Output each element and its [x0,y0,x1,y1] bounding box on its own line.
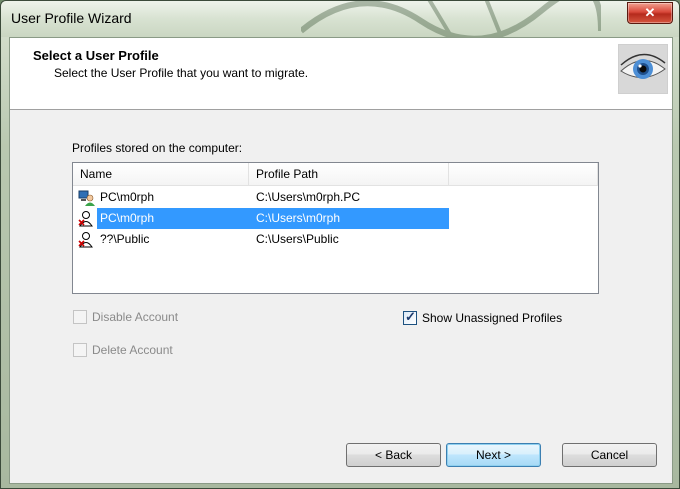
column-header-profile-path[interactable]: Profile Path [249,163,449,185]
close-icon: ✕ [644,5,656,20]
wizard-header: Select a User Profile Select the User Pr… [10,38,672,110]
profiles-list-label: Profiles stored on the computer: [72,141,243,155]
titlebar-background-decoration [301,1,601,39]
disable-account-label: Disable Account [92,310,179,324]
page-subtitle: Select the User Profile that you want to… [54,66,309,80]
profile-name: PC\m0rph [100,190,155,204]
title-bar[interactable]: User Profile Wizard ✕ [1,1,679,39]
profile-path: C:\Users\m0rph.PC [256,190,361,204]
list-item[interactable]: ??\Public C:\Users\Public [73,229,449,250]
profile-name: PC\m0rph [100,211,155,225]
user-unassigned-icon [78,232,93,248]
eye-icon [618,44,668,94]
wizard-client-area: Select a User Profile Select the User Pr… [9,37,673,484]
profiles-list-header: Name Profile Path [73,163,598,186]
show-unassigned-profiles-label: Show Unassigned Profiles [422,311,563,325]
user-unassigned-icon [78,211,93,227]
page-title: Select a User Profile [33,48,159,63]
column-header-name[interactable]: Name [73,163,249,185]
window-title: User Profile Wizard [11,10,132,26]
list-item[interactable]: PC\m0rph C:\Users\m0rph.PC [73,187,449,208]
column-header-filler [449,163,598,185]
back-button[interactable]: < Back [346,443,441,467]
show-unassigned-profiles-checkbox[interactable] [403,309,417,325]
close-button[interactable]: ✕ [627,2,673,24]
profiles-list[interactable]: Name Profile Path PC\m0rph C:\Users\m0rp… [72,162,599,294]
user-computer-icon [78,190,95,206]
list-item-selected[interactable]: PC\m0rph C:\Users\m0rph [97,208,449,229]
profile-name: ??\Public [100,232,150,246]
next-button[interactable]: Next > [446,443,541,467]
disable-account-checkbox[interactable] [73,310,87,324]
cancel-button[interactable]: Cancel [562,443,657,467]
wizard-window: User Profile Wizard ✕ Select a User Prof… [0,0,680,489]
delete-account-label: Delete Account [92,343,173,357]
profile-path: C:\Users\m0rph [256,211,341,225]
delete-account-checkbox[interactable] [73,343,87,357]
profile-path: C:\Users\Public [256,232,339,246]
